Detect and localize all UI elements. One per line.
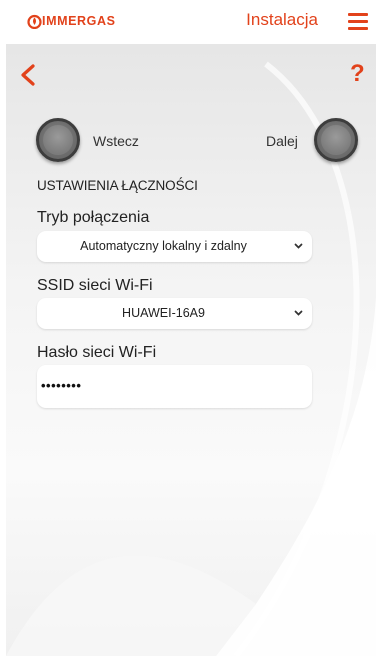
connection-mode-label: Tryb połączenia (37, 209, 150, 226)
wifi-password-value: •••••••• (41, 378, 82, 393)
back-chevron-icon[interactable] (20, 64, 36, 86)
wifi-ssid-select[interactable]: HUAWEI-16A9 (37, 298, 312, 329)
next-button[interactable] (314, 118, 358, 162)
connectivity-settings-heading: USTAWIENIA ŁĄCZNOŚCI (37, 178, 198, 193)
chevron-down-icon (294, 243, 303, 249)
prev-button[interactable] (36, 118, 80, 162)
section-title: Instalacja (246, 10, 318, 29)
wifi-ssid-label: SSID sieci Wi-Fi (37, 277, 153, 294)
immergas-logo: IMMERGAS (27, 13, 116, 29)
main-panel: ? Wstecz Dalej USTAWIENIA ŁĄCZNOŚCI Tryb… (6, 44, 376, 656)
wifi-password-label: Hasło sieci Wi-Fi (37, 344, 157, 361)
next-button-label[interactable]: Dalej (266, 133, 298, 149)
chevron-down-icon (294, 310, 303, 316)
hamburger-menu-icon[interactable] (348, 13, 368, 30)
logo-flame-icon (27, 14, 42, 29)
logo-text: IMMERGAS (42, 14, 116, 28)
connection-mode-select[interactable]: Automatyczny lokalny i zdalny (37, 231, 312, 262)
wifi-password-field[interactable]: •••••••• (37, 365, 312, 408)
help-question-icon[interactable]: ? (350, 60, 365, 88)
top-bar: IMMERGAS Instalacja (0, 0, 381, 44)
prev-button-label[interactable]: Wstecz (93, 133, 139, 149)
wifi-ssid-value: HUAWEI-16A9 (122, 306, 205, 320)
connection-mode-value: Automatyczny lokalny i zdalny (80, 239, 247, 253)
